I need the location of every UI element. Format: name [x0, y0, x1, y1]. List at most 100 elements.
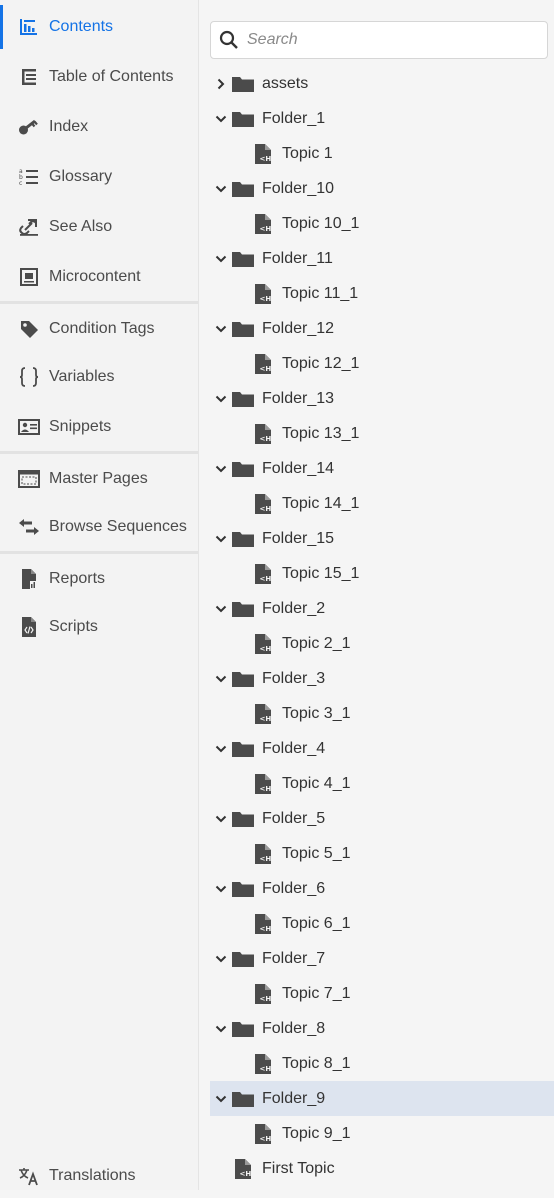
chevron-down-icon[interactable] [215, 673, 227, 685]
sidebar-item-condition-tags[interactable]: Condition Tags [0, 307, 198, 351]
tree-item-label: Folder_8 [262, 1019, 326, 1037]
tree-folder-row[interactable]: Folder_6 [210, 871, 554, 906]
tree-item-label: Folder_10 [262, 179, 335, 197]
tree-topic-row[interactable]: <H Topic 1 [210, 136, 554, 171]
sidebar-item-variables[interactable]: Variables [0, 355, 198, 399]
tree-item-label: Topic 4_1 [282, 774, 351, 792]
sidebar-divider [0, 301, 198, 304]
chevron-down-icon[interactable] [215, 883, 227, 895]
tree-item-label: Folder_5 [262, 809, 326, 827]
svg-text:<H: <H [260, 505, 272, 513]
folder-icon [231, 388, 255, 410]
chevron-down-icon[interactable] [215, 113, 227, 125]
chevron-down-icon[interactable] [215, 463, 227, 475]
folder-icon [231, 458, 255, 480]
tree-topic-row[interactable]: <H Topic 9_1 [210, 1116, 554, 1151]
tree-topic-row[interactable]: <H Topic 8_1 [210, 1046, 554, 1081]
tree-item-label: assets [262, 74, 309, 92]
sidebar-item-scripts[interactable]: Scripts [0, 605, 198, 649]
folder-icon [231, 178, 255, 200]
browse-sequence-icon [18, 516, 40, 538]
tree-topic-row[interactable]: <H Topic 11_1 [210, 276, 554, 311]
tree-item-label: Folder_1 [262, 109, 326, 127]
tree-topic-row[interactable]: <H Topic 3_1 [210, 696, 554, 731]
tree-folder-row[interactable]: Folder_10 [210, 171, 554, 206]
tree-item-label: Topic 11_1 [282, 284, 359, 302]
tree-folder-row[interactable]: assets [210, 66, 554, 101]
tree-item-label: Topic 10_1 [282, 214, 360, 232]
report-icon [18, 568, 40, 590]
folder-icon [231, 808, 255, 830]
tree-topic-row[interactable]: <H Topic 12_1 [210, 346, 554, 381]
chevron-right-icon[interactable] [215, 78, 227, 90]
glossary-icon: abc [18, 166, 40, 188]
tree-folder-row[interactable]: Folder_4 [210, 731, 554, 766]
chevron-down-icon[interactable] [215, 1023, 227, 1035]
sidebar-item-browse-sequences[interactable]: Browse Sequences [0, 505, 198, 549]
sidebar-item-index[interactable]: Index [0, 105, 198, 149]
tree-item-label: Folder_15 [262, 529, 335, 547]
svg-text:<H: <H [260, 715, 272, 723]
tree-folder-row[interactable]: Folder_12 [210, 311, 554, 346]
sidebar-item-translations[interactable]: Translations [0, 1154, 198, 1198]
svg-text:<H: <H [260, 155, 272, 163]
chevron-down-icon[interactable] [215, 393, 227, 405]
tree-folder-row[interactable]: Folder_13 [210, 381, 554, 416]
sidebar-divider [0, 451, 198, 454]
tree-topic-row[interactable]: <H Topic 14_1 [210, 486, 554, 521]
chevron-down-icon[interactable] [215, 1093, 227, 1105]
sidebar-item-label: Browse Sequences [49, 518, 187, 535]
tree-folder-row[interactable]: Folder_7 [210, 941, 554, 976]
translate-icon [18, 1165, 40, 1187]
chevron-down-icon[interactable] [215, 533, 227, 545]
svg-text:<H: <H [240, 1170, 252, 1178]
svg-text:<H: <H [260, 995, 272, 1003]
tree-item-label: Folder_9 [262, 1089, 326, 1107]
topic-file-icon: <H [251, 493, 275, 515]
tree-topic-row[interactable]: <H Topic 10_1 [210, 206, 554, 241]
sidebar-item-label: Snippets [49, 418, 112, 435]
sidebar-item-see-also[interactable]: See Also [0, 205, 198, 249]
search-icon[interactable] [219, 30, 239, 50]
tree-topic-row[interactable]: <H Topic 6_1 [210, 906, 554, 941]
tree-folder-row[interactable]: Folder_14 [210, 451, 554, 486]
chevron-down-icon[interactable] [215, 183, 227, 195]
sidebar-item-microcontent[interactable]: Microcontent [0, 255, 198, 299]
tree-folder-row[interactable]: Folder_3 [210, 661, 554, 696]
tree-topic-row[interactable]: <H Topic 7_1 [210, 976, 554, 1011]
sidebar-item-reports[interactable]: Reports [0, 557, 198, 601]
tree-folder-row[interactable]: Folder_1 [210, 101, 554, 136]
topic-file-icon: <H [251, 353, 275, 375]
tree-folder-row[interactable]: Folder_2 [210, 591, 554, 626]
tree-topic-row[interactable]: <H Topic 2_1 [210, 626, 554, 661]
sidebar-item-table-of-contents[interactable]: Table of Contents [0, 55, 198, 99]
tree-topic-row[interactable]: <H Topic 15_1 [210, 556, 554, 591]
chevron-down-icon[interactable] [215, 743, 227, 755]
chevron-down-icon[interactable] [215, 813, 227, 825]
tree-item-label: Folder_6 [262, 879, 326, 897]
tree-folder-row[interactable]: Folder_8 [210, 1011, 554, 1046]
sidebar-item-label: Scripts [49, 618, 98, 635]
sidebar-item-contents[interactable]: Contents [0, 5, 198, 49]
tree-topic-row[interactable]: <H Topic 5_1 [210, 836, 554, 871]
search-input[interactable] [247, 31, 527, 49]
sidebar-item-master-pages[interactable]: Master Pages [0, 457, 198, 501]
tree-folder-row[interactable]: Folder_5 [210, 801, 554, 836]
chevron-down-icon[interactable] [215, 323, 227, 335]
tree-item-label: Folder_7 [262, 949, 326, 967]
chevron-down-icon[interactable] [215, 603, 227, 615]
tree-topic-row[interactable]: <H First Topic [210, 1151, 554, 1186]
tree-folder-row[interactable]: Folder_11 [210, 241, 554, 276]
tree-folder-row[interactable]: Folder_15 [210, 521, 554, 556]
sidebar-item-snippets[interactable]: Snippets [0, 405, 198, 449]
chevron-down-icon[interactable] [215, 253, 227, 265]
sidebar-item-glossary[interactable]: abc Glossary [0, 155, 198, 199]
tree-topic-row[interactable]: <H Topic 13_1 [210, 416, 554, 451]
tree-folder-row[interactable]: Folder_9 [210, 1081, 554, 1116]
tree-topic-row[interactable]: <H Topic 4_1 [210, 766, 554, 801]
sidebar-item-label: Variables [49, 368, 115, 385]
folder-icon [231, 1018, 255, 1040]
chevron-down-icon[interactable] [215, 953, 227, 965]
tree-item-label: Topic 8_1 [282, 1054, 351, 1072]
sidebar-item-label: Microcontent [49, 268, 141, 285]
